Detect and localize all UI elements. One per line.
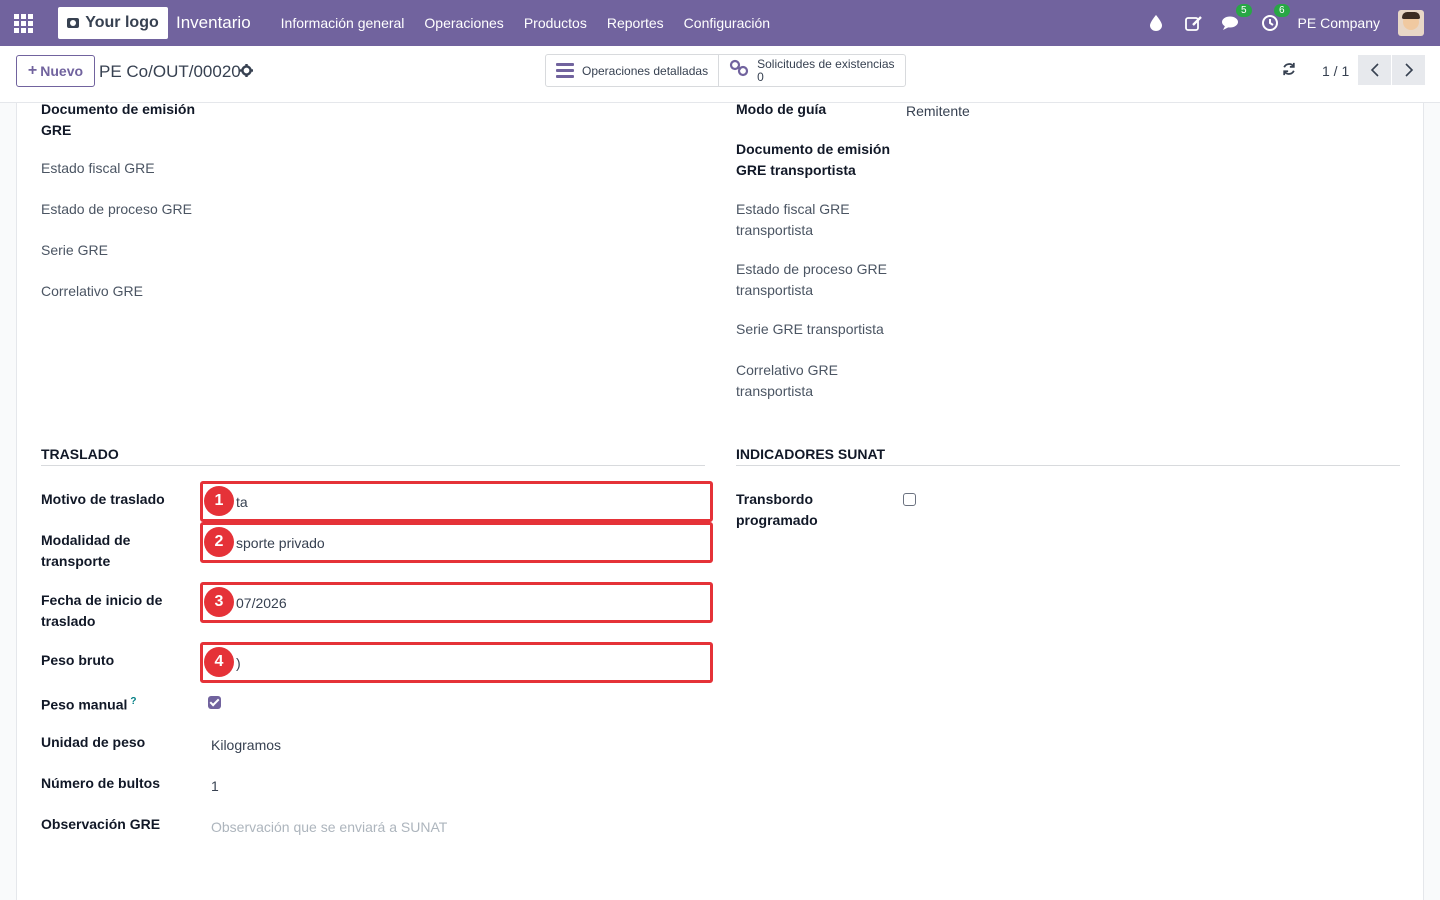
indicadores-divider: [736, 465, 1400, 466]
list-icon: [556, 63, 574, 78]
bultos-label: Número de bultos: [41, 775, 161, 791]
estado-proceso-transportista-label: Estado de proceso GRE transportista: [736, 261, 887, 298]
annotation-marker-3: 3: [204, 587, 234, 617]
correlativo-label: Correlativo GRE: [41, 283, 143, 299]
plus-icon: +: [27, 62, 38, 79]
help-icon[interactable]: ?: [130, 696, 136, 707]
modo-guia-label: Modo de guía: [736, 101, 827, 117]
modalidad-label: Modalidad de transporte: [41, 532, 131, 569]
app-name[interactable]: Inventario: [176, 13, 251, 33]
peso-bruto-field-highlight[interactable]: [200, 642, 713, 683]
menu-item-configuracion[interactable]: Configuración: [674, 15, 780, 31]
doc-transportista-label: Documento de emisión GRE transportista: [736, 141, 891, 178]
refresh-icon[interactable]: [1282, 62, 1296, 81]
messages-badge: 5: [1235, 4, 1252, 17]
drop-icon[interactable]: [1146, 13, 1166, 33]
activities-icon[interactable]: 6: [1260, 4, 1290, 33]
company-logo[interactable]: Your logo: [58, 7, 168, 39]
stock-requests-button[interactable]: Solicitudes de existencias 0: [718, 55, 904, 86]
user-avatar[interactable]: [1398, 10, 1424, 36]
stock-requests-label: Solicitudes de existencias: [757, 56, 895, 71]
new-button[interactable]: + Nuevo: [16, 55, 95, 87]
new-button-label: Nuevo: [40, 63, 84, 79]
chevron-left-icon[interactable]: [1358, 55, 1391, 85]
serie-transportista-label: Serie GRE transportista: [736, 321, 884, 337]
activities-badge: 6: [1273, 4, 1290, 17]
annotation-marker-4: 4: [204, 647, 234, 677]
estado-proceso-label: Estado de proceso GRE: [41, 201, 192, 217]
pager-buttons: [1358, 55, 1425, 85]
annotation-marker-1: 1: [204, 486, 234, 516]
peso-bruto-value: ): [236, 655, 241, 671]
unidad-value[interactable]: Kilogramos: [211, 737, 281, 753]
estado-fiscal-transportista-label: Estado fiscal GRE transportista: [736, 201, 850, 238]
bultos-value[interactable]: 1: [211, 778, 219, 794]
messages-icon[interactable]: 5: [1221, 4, 1252, 33]
fecha-label: Fecha de inicio de traslado: [41, 592, 163, 629]
apps-menu-button[interactable]: [0, 0, 46, 46]
observacion-input[interactable]: Observación que se enviará a SUNAT: [211, 819, 447, 835]
peso-manual-label: Peso manual?: [41, 696, 137, 713]
estado-fiscal-label: Estado fiscal GRE: [41, 160, 155, 176]
motivo-value: ta: [236, 494, 248, 510]
indicadores-section-title: INDICADORES SUNAT: [736, 446, 886, 462]
link-icon: [729, 59, 749, 82]
grid-icon: [13, 13, 33, 33]
traslado-divider: [41, 465, 705, 466]
smart-buttons: Operaciones detalladas Solicitudes de ex…: [545, 54, 906, 87]
company-switcher[interactable]: PE Company: [1298, 15, 1380, 31]
main-menu: Información general Operaciones Producto…: [271, 15, 780, 31]
menu-item-reportes[interactable]: Reportes: [597, 15, 674, 31]
annotation-marker-2: 2: [204, 527, 234, 557]
modalidad-value: sporte privado: [236, 535, 325, 551]
modo-guia-value[interactable]: Remitente: [906, 103, 970, 119]
control-panel: + Nuevo PE Co/OUT/00020 Operaciones deta…: [0, 46, 1440, 103]
gear-icon[interactable]: [240, 64, 253, 80]
record-breadcrumb: PE Co/OUT/00020: [99, 62, 241, 81]
motivo-field-highlight[interactable]: [200, 481, 713, 522]
correlativo-transportista-label: Correlativo GRE transportista: [736, 362, 838, 399]
detailed-operations-button[interactable]: Operaciones detalladas: [546, 55, 718, 86]
stock-requests-count: 0: [757, 69, 764, 84]
top-navbar: Your logo Inventario Información general…: [0, 0, 1440, 46]
chevron-right-icon[interactable]: [1392, 55, 1425, 85]
serie-label: Serie GRE: [41, 242, 108, 258]
fecha-value: 07/2026: [236, 595, 287, 611]
detailed-operations-label: Operaciones detalladas: [582, 63, 709, 78]
logo-text: Your logo: [85, 14, 159, 31]
menu-item-informacion-general[interactable]: Información general: [271, 15, 415, 31]
motivo-label: Motivo de traslado: [41, 491, 165, 507]
observacion-label: Observación GRE: [41, 816, 161, 832]
menu-item-productos[interactable]: Productos: [514, 15, 597, 31]
edit-icon[interactable]: [1184, 13, 1204, 33]
peso-bruto-label: Peso bruto: [41, 652, 115, 668]
menu-item-operaciones[interactable]: Operaciones: [414, 15, 513, 31]
unidad-label: Unidad de peso: [41, 734, 146, 750]
pager-value[interactable]: 1 / 1: [1322, 63, 1349, 79]
doc-emision-label: Documento de emisión GRE: [41, 101, 196, 138]
form-sheet: Documento de emisión GRE Estado fiscal G…: [16, 101, 1424, 900]
camera-icon: [67, 18, 80, 28]
transbordo-label: Transbordo programado: [736, 491, 818, 528]
transbordo-checkbox[interactable]: [903, 493, 916, 506]
traslado-section-title: TRASLADO: [41, 446, 119, 462]
navbar-systray: 5 6 PE Company: [1146, 4, 1440, 36]
peso-manual-checkbox[interactable]: [208, 696, 221, 709]
